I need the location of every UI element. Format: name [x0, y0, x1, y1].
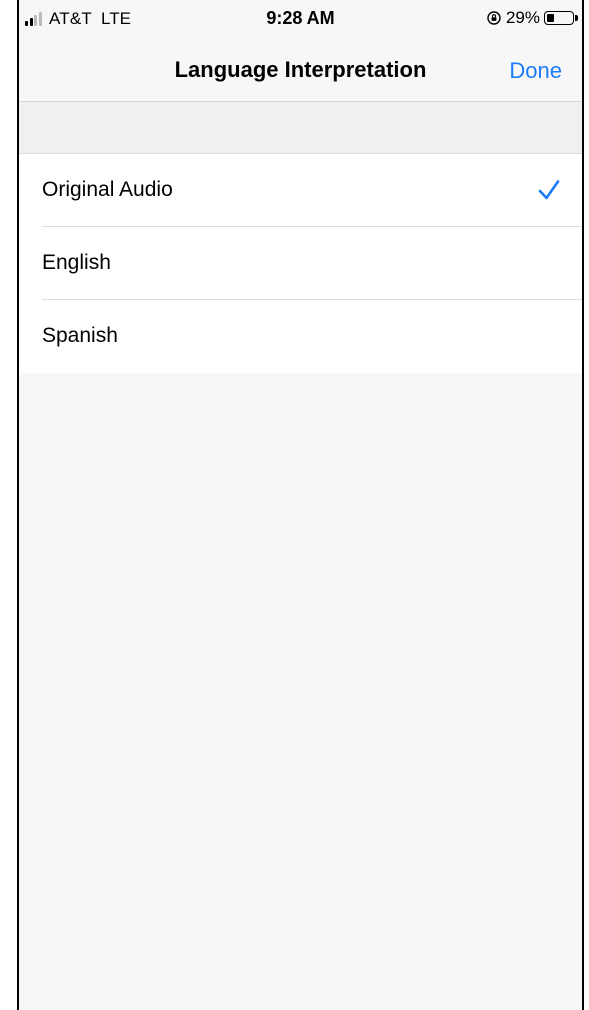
option-label: Spanish — [42, 324, 118, 347]
battery-percentage: 29% — [505, 8, 540, 27]
option-spanish[interactable]: Spanish — [19, 300, 582, 373]
navigation-bar: Language Interpretation Done — [19, 38, 582, 102]
battery-fill — [547, 14, 554, 22]
status-right: 29% — [487, 8, 578, 28]
option-original-audio[interactable]: Original Audio — [19, 154, 582, 227]
option-label: English — [42, 251, 111, 274]
option-label: Original Audio — [42, 178, 173, 201]
empty-background — [19, 373, 582, 1010]
option-english[interactable]: English — [19, 227, 582, 300]
orientation-lock-icon — [487, 11, 501, 25]
checkmark-icon — [538, 180, 560, 200]
done-button[interactable]: Done — [509, 58, 562, 84]
page-title: Language Interpretation — [174, 57, 427, 82]
status-bar: AT&T LTE 9:28 AM 29% — [19, 0, 582, 38]
battery-icon — [544, 11, 578, 25]
section-header-spacer — [19, 102, 582, 154]
language-options-list: Original Audio English Spanish — [19, 154, 582, 374]
phone-screen: AT&T LTE 9:28 AM 29% Language Interpreta… — [17, 0, 584, 1010]
